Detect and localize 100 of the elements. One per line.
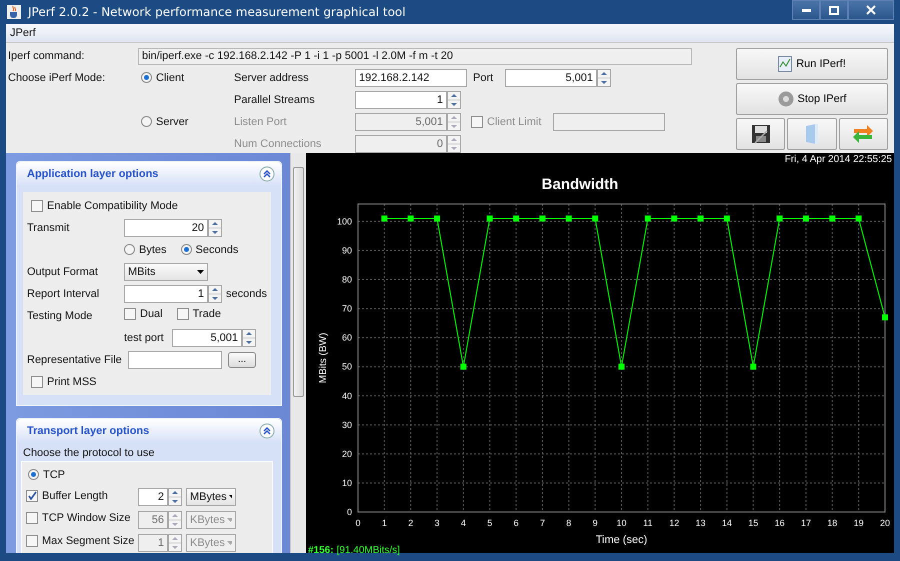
timestamp: Fri, 4 Apr 2014 22:55:25 bbox=[784, 154, 892, 165]
checkbox[interactable] bbox=[176, 308, 189, 320]
data-point bbox=[856, 216, 862, 222]
spinner-arrows-icon[interactable] bbox=[208, 284, 222, 302]
checkbox-label: Trade bbox=[192, 308, 221, 320]
data-point bbox=[460, 364, 466, 370]
output-format-dropdown[interactable]: MBits bbox=[124, 262, 208, 280]
x-tick-label: 5 bbox=[487, 518, 492, 528]
field-label: Num Connections bbox=[234, 138, 322, 150]
checkmark-icon bbox=[28, 491, 36, 500]
field-label: Report Interval bbox=[27, 288, 100, 300]
spinner-arrows-icon[interactable] bbox=[168, 488, 182, 506]
size-field[interactable]: 2 bbox=[138, 488, 168, 506]
data-point bbox=[671, 216, 678, 222]
spinner-arrows-icon[interactable] bbox=[447, 112, 461, 130]
spinner-arrows-icon[interactable] bbox=[597, 68, 611, 86]
scrollbar[interactable] bbox=[290, 153, 306, 553]
x-tick-label: 9 bbox=[592, 518, 598, 528]
spinner-arrows-icon[interactable] bbox=[168, 510, 182, 528]
checkbox[interactable] bbox=[26, 512, 38, 524]
y-tick-label: 100 bbox=[336, 216, 352, 226]
field-label: Port bbox=[473, 72, 494, 84]
radio-label: TCP bbox=[43, 468, 65, 480]
y-tick-label: 20 bbox=[342, 448, 352, 459]
collapse-icon[interactable] bbox=[259, 423, 275, 439]
radio-button[interactable] bbox=[141, 116, 152, 128]
data-point bbox=[750, 364, 756, 370]
x-tick-label: 1 bbox=[382, 518, 387, 528]
file-field[interactable] bbox=[128, 350, 222, 368]
data-point bbox=[802, 216, 809, 222]
toolbar-button[interactable] bbox=[736, 118, 786, 150]
close-button[interactable] bbox=[848, 0, 894, 20]
radio-label: Seconds bbox=[196, 244, 238, 256]
minimize-button[interactable] bbox=[792, 0, 820, 20]
spinner-arrows-icon[interactable] bbox=[447, 90, 461, 108]
data-point bbox=[592, 216, 598, 222]
y-tick-label: 90 bbox=[342, 246, 352, 256]
menu-item[interactable]: JPerf bbox=[10, 27, 36, 39]
data-point bbox=[381, 216, 388, 222]
port-field[interactable]: 5,001 bbox=[505, 68, 597, 86]
size-field[interactable]: 1 bbox=[138, 534, 168, 552]
field-label: Representative File bbox=[27, 354, 123, 366]
checkbox[interactable] bbox=[31, 200, 43, 212]
field-label: Transmit bbox=[27, 222, 70, 234]
x-tick-label: 3 bbox=[434, 518, 440, 528]
prompt-text: Choose the protocol to use bbox=[23, 447, 154, 459]
parallel-streams-field[interactable]: 1 bbox=[355, 90, 447, 108]
checkbox[interactable] bbox=[31, 376, 43, 388]
close-icon bbox=[866, 5, 876, 15]
radio-button[interactable] bbox=[124, 244, 135, 256]
document-icon bbox=[804, 123, 820, 145]
y-axis-label: MBits (BW) bbox=[318, 332, 329, 384]
server-address-field[interactable]: 192.168.2.142 bbox=[355, 68, 467, 86]
y-tick-label: 80 bbox=[342, 274, 352, 285]
x-tick-label: 16 bbox=[774, 518, 785, 528]
radio-button[interactable] bbox=[180, 244, 192, 256]
spinner-arrows-icon[interactable] bbox=[208, 218, 222, 236]
radio-label: Client bbox=[156, 72, 184, 84]
radio-button[interactable] bbox=[141, 72, 152, 84]
radio-label: Server bbox=[156, 116, 188, 128]
checkbox-label: Enable Compatibility Mode bbox=[47, 200, 178, 212]
test-port-field[interactable]: 5,001 bbox=[172, 328, 242, 346]
maximize-button[interactable] bbox=[820, 0, 848, 20]
status-value: [91.40MBits/s] bbox=[336, 545, 400, 556]
radio-button[interactable] bbox=[28, 469, 39, 480]
transmit-field[interactable]: 20 bbox=[124, 218, 208, 236]
mode-label: Choose iPerf Mode: bbox=[8, 72, 106, 84]
command-label: Iperf command: bbox=[8, 50, 86, 62]
x-tick-label: 18 bbox=[827, 518, 838, 528]
command-field[interactable]: bin/iperf.exe -c 192.168.2.142 -P 1 -i 1 -p 5001 -l 2.0M -f m -t 20 bbox=[138, 48, 692, 64]
x-tick-label: 7 bbox=[540, 518, 545, 528]
series-name: #156: bbox=[308, 545, 334, 556]
checkbox[interactable] bbox=[124, 308, 136, 320]
minimize-icon bbox=[802, 8, 810, 12]
data-point bbox=[698, 216, 704, 222]
refresh-arrows-icon bbox=[852, 124, 874, 144]
spinner-arrows-icon[interactable] bbox=[242, 328, 256, 346]
field-label: Testing Mode bbox=[27, 310, 94, 322]
browse-button[interactable]: ... bbox=[228, 352, 256, 368]
data-point bbox=[618, 364, 624, 370]
y-tick-label: 30 bbox=[342, 420, 352, 430]
stop-button[interactable]: Stop IPerf bbox=[736, 83, 888, 115]
checkbox[interactable] bbox=[26, 490, 38, 502]
x-tick-label: 8 bbox=[566, 518, 572, 528]
caret-icon bbox=[228, 494, 232, 498]
x-tick-label: 10 bbox=[616, 518, 626, 528]
unit-dropdown[interactable]: MBytes bbox=[186, 488, 236, 506]
y-tick-label: 40 bbox=[342, 390, 352, 401]
report-interval-field[interactable]: 1 bbox=[124, 284, 208, 302]
checkbox-label: TCP Window Size bbox=[42, 512, 130, 524]
spinner-arrows-icon[interactable] bbox=[447, 134, 461, 152]
run-button[interactable]: Run IPerf! bbox=[736, 48, 888, 80]
spinner-arrows-icon[interactable] bbox=[168, 534, 182, 552]
size-field[interactable]: 56 bbox=[138, 510, 168, 528]
checkbox-label: Client Limit bbox=[487, 116, 542, 128]
checkbox-label: Print MSS bbox=[47, 376, 97, 388]
maximize-icon bbox=[829, 6, 839, 14]
checkbox[interactable] bbox=[26, 535, 38, 547]
client-limit-field[interactable] bbox=[553, 112, 666, 130]
collapse-icon[interactable] bbox=[259, 166, 275, 182]
